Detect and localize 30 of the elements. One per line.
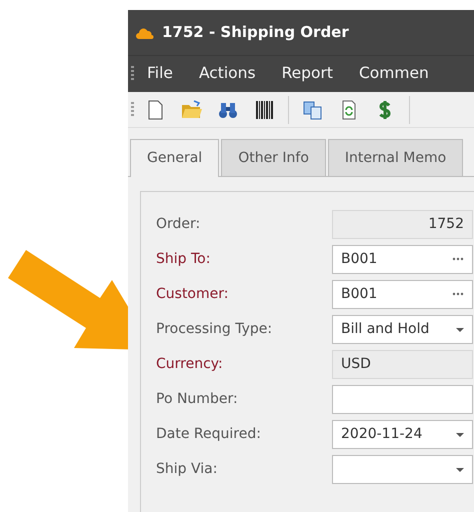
field-label: Currency: <box>156 355 224 374</box>
dropdown-field[interactable]: Bill and Hold <box>332 315 473 344</box>
input-field[interactable] <box>332 385 473 414</box>
field-label: Date Required: <box>156 425 262 444</box>
menu-item[interactable]: File <box>134 62 186 86</box>
dropdown-field[interactable]: 2020-11-24 <box>332 420 473 449</box>
tab[interactable]: General <box>130 139 220 177</box>
field-label: Customer: <box>156 285 230 304</box>
lookup-field[interactable]: B001 <box>332 245 473 274</box>
tab[interactable]: Other Info <box>221 139 326 176</box>
readonly-field: 1752 <box>332 210 473 239</box>
grip-icon <box>131 102 134 118</box>
field-label: Order: <box>156 215 202 234</box>
caret-icon[interactable] <box>456 432 464 436</box>
field-label: Processing Type: <box>156 320 274 339</box>
field-label: Po Number: <box>156 390 239 409</box>
tab[interactable]: Internal Memo <box>328 139 464 176</box>
window-title: 1752 - Shipping Order <box>162 22 349 44</box>
dropdown-field[interactable] <box>332 455 473 484</box>
caret-icon[interactable] <box>456 328 464 332</box>
caret-icon[interactable] <box>456 468 464 472</box>
menu-item[interactable]: Report <box>268 62 346 86</box>
lookup-field[interactable]: B001 <box>332 280 473 309</box>
readonly-field: USD <box>332 350 473 379</box>
grip-icon <box>131 66 134 82</box>
menu-item[interactable]: Actions <box>186 62 269 86</box>
field-label: Ship Via: <box>156 460 218 479</box>
cloud-icon <box>136 26 154 38</box>
field-label: Ship To: <box>156 250 212 269</box>
menu-item[interactable]: Commen <box>346 62 442 86</box>
